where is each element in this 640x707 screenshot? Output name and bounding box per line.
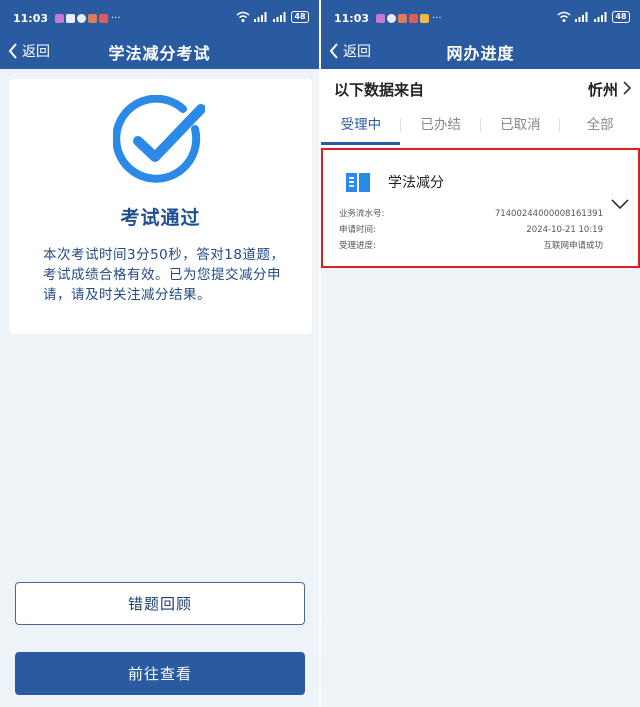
app-notification-icon [409,13,418,23]
top-bar: 11:03 ··· 48 返回 学法减分考试 [0,0,319,69]
signal-icon [594,12,607,22]
nav-bar: 返回 网办进度 [321,34,640,69]
more-notifications-icon: ··· [432,12,442,24]
status-bar: 11:03 ··· 48 [0,0,319,34]
tab-label: 已取消 [500,117,541,133]
app-notification-icon [398,13,407,23]
notification-icons: ··· [55,13,121,23]
row-key: 受理进度: [339,241,376,251]
signal-icon [575,12,588,22]
location-notification-icon [387,13,396,23]
page-title: 网办进度 [446,44,515,63]
tab-cancelled[interactable]: 已取消 [481,113,561,147]
progress-screen: 11:03 ··· 48 返回 网办进度 以下数据来自 忻州 受理中 已办结 已… [321,0,640,707]
row-value: 2024-10-21 10:19 [526,225,603,235]
progress-row: 受理进度: 互联网申请成功 [339,240,603,252]
book-icon [346,173,370,192]
check-circle-icon [113,95,205,183]
tab-all[interactable]: 全部 [560,113,640,147]
row-value: 互联网申请成功 [543,241,603,251]
status-time: 11:03 [13,12,49,25]
signal-icon [273,12,286,22]
review-mistakes-button[interactable]: 错题回顾 [15,582,305,625]
serial-number-row: 业务流水号: 71400244000008161391 [339,208,603,220]
result-card: 考试通过 本次考试时间3分50秒，答对18道题，考试成绩合格有效。已为您提交减分… [9,79,312,334]
app-notification-icon [99,13,108,23]
result-title: 考试通过 [120,207,201,229]
more-notifications-icon: ··· [111,12,121,24]
app-notification-icon [376,13,385,23]
location-notification-icon [77,13,86,23]
tab-completed[interactable]: 已办结 [401,113,481,147]
application-item[interactable]: 学法减分 业务流水号: 71400244000008161391 申请时间: 2… [321,148,640,268]
top-bar: 11:03 ··· 48 返回 网办进度 [321,0,640,69]
tab-label: 已办结 [420,117,461,133]
row-key: 申请时间: [339,225,376,235]
signal-icon [254,12,267,22]
active-tab-indicator [321,142,400,145]
chat-notification-icon [66,13,75,23]
city-selector[interactable]: 忻州 [588,79,618,100]
row-value: 71400244000008161391 [494,209,603,219]
system-icons: 48 [236,11,309,23]
notification-icons: ··· [376,13,442,23]
status-time: 11:03 [334,12,370,25]
apply-time-row: 申请时间: 2024-10-21 10:19 [339,224,603,236]
data-source-label: 以下数据来自 [334,81,425,99]
page-title: 学法减分考试 [108,44,211,63]
exam-result-screen: 11:03 ··· 48 返回 学法减分考试 考试通过 本次考试时间3分50秒，… [0,0,319,707]
wifi-icon [236,11,250,22]
app-notification-icon [55,13,64,23]
nav-bar: 返回 学法减分考试 [0,34,319,69]
data-source-bar: 以下数据来自 忻州 受理中 已办结 已取消 全部 [321,69,640,147]
status-bar: 11:03 ··· 48 [321,0,640,34]
wifi-icon [557,11,571,22]
chevron-down-icon[interactable] [611,198,629,210]
tab-label: 受理中 [340,117,382,133]
battery-icon: 48 [612,11,630,23]
tab-label: 全部 [586,117,614,133]
system-icons: 48 [557,11,630,23]
result-description: 本次考试时间3分50秒，答对18道题，考试成绩合格有效。已为您提交减分申请，请及… [43,247,285,303]
item-title: 学法减分 [388,175,444,191]
app-notification-icon [420,13,429,23]
app-notification-icon [88,13,97,23]
go-view-button[interactable]: 前往查看 [15,652,305,695]
chevron-right-icon[interactable] [623,81,631,95]
battery-icon: 48 [291,11,309,23]
row-key: 业务流水号: [339,209,385,219]
